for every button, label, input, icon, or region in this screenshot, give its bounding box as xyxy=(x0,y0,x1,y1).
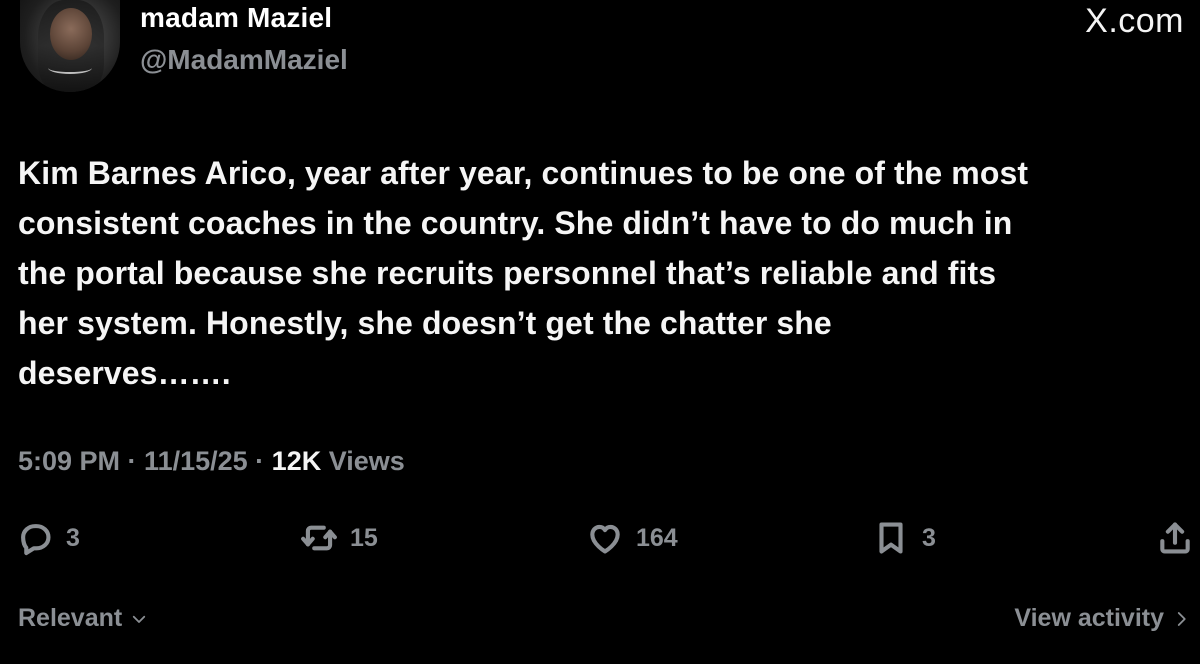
tweet-time[interactable]: 5:09 PM xyxy=(18,446,120,476)
repost-icon xyxy=(301,525,337,551)
tweet-text-line: her system. Honestly, she doesn’t get th… xyxy=(18,305,832,341)
reply-button[interactable]: 3 xyxy=(16,510,80,566)
avatar[interactable] xyxy=(20,0,120,92)
tweet-text: Kim Barnes Arico, year after year, conti… xyxy=(18,148,1190,398)
sort-replies-dropdown[interactable]: Relevant xyxy=(18,604,148,633)
avatar-face xyxy=(50,8,92,60)
heart-icon xyxy=(590,524,620,554)
bookmark-icon xyxy=(879,522,903,554)
bookmark-count: 3 xyxy=(922,523,936,552)
tweet-text-line: consistent coaches in the country. She d… xyxy=(18,205,1013,241)
tweet-text-line: Kim Barnes Arico, year after year, conti… xyxy=(18,155,1029,191)
reply-icon xyxy=(21,524,51,556)
chevron-right-icon xyxy=(1177,611,1186,626)
share-icon xyxy=(1160,522,1190,554)
avatar-necklace xyxy=(48,62,92,74)
view-activity-label: View activity xyxy=(1014,604,1164,632)
author-display-name[interactable]: madam Maziel xyxy=(140,2,332,34)
like-button[interactable]: 164 xyxy=(586,510,678,566)
sort-label: Relevant xyxy=(18,604,123,632)
tweet-meta: 5:09 PM · 11/15/25 · 12K Views xyxy=(18,446,405,477)
meta-separator: · xyxy=(247,446,272,476)
bookmark-button[interactable]: 3 xyxy=(872,510,936,566)
views-count: 12K xyxy=(271,446,322,476)
views-label: Views xyxy=(321,446,405,476)
chevron-down-icon xyxy=(133,615,146,623)
action-bar: 3 15 164 3 xyxy=(0,510,1200,566)
tweet-text-line: deserves……. xyxy=(18,355,231,391)
share-button[interactable] xyxy=(1156,510,1194,566)
view-activity-link[interactable]: View activity xyxy=(1014,604,1190,633)
brand-logo: X.com xyxy=(1085,2,1184,40)
repost-button[interactable]: 15 xyxy=(300,510,378,566)
tweet-date[interactable]: 11/15/25 xyxy=(144,446,248,476)
like-count: 164 xyxy=(636,523,678,552)
author-handle[interactable]: @MadamMaziel xyxy=(140,44,348,76)
reply-count: 3 xyxy=(66,523,80,552)
repost-count: 15 xyxy=(350,523,378,552)
tweet-text-line: the portal because she recruits personne… xyxy=(18,255,997,291)
meta-separator: · xyxy=(120,446,145,476)
